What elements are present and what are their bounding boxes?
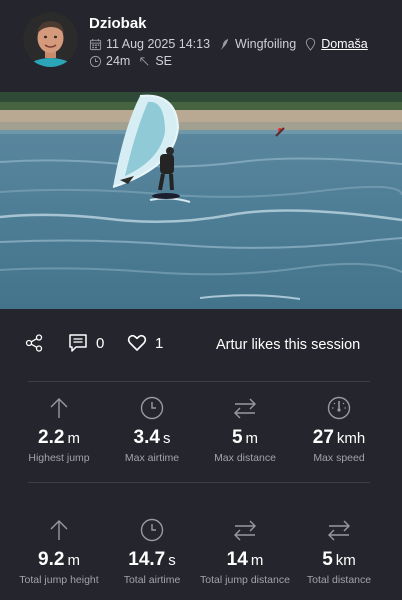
arrow-up-icon — [11, 517, 107, 543]
stat-unit: m — [67, 430, 80, 447]
stat-unit: m — [250, 552, 264, 569]
stat-label: Max distance — [214, 452, 276, 464]
stat-total-jump-distance: 14 m Total jump distance — [197, 517, 293, 586]
stat-unit: km — [335, 552, 356, 569]
stat-unit: kmh — [336, 430, 366, 447]
stat-max-airtime: 3.4 s Max airtime — [104, 395, 200, 464]
share-icon — [25, 334, 43, 352]
stat-value: 2.2 — [38, 427, 65, 448]
stat-label: Total jump distance — [200, 574, 290, 586]
likes-count: 1 — [155, 334, 164, 352]
sport-type: Wingfoiling — [235, 37, 297, 51]
stat-unit: s — [162, 430, 171, 447]
session-meta-row-2: 24m SE — [89, 53, 172, 69]
session-duration: 24m — [106, 54, 131, 68]
stat-value: 5 — [322, 549, 333, 570]
stat-value: 27 — [312, 427, 334, 448]
stat-value: 9.2 — [38, 549, 65, 570]
stat-total-jump-height: 9.2 m Total jump height — [11, 517, 107, 586]
location-pin-icon — [304, 37, 317, 51]
session-meta-row-1: 11 Aug 2025 14:13 Wingfoiling Domaša — [89, 36, 368, 52]
stat-highest-jump: 2.2 m Highest jump — [11, 395, 107, 464]
arrow-up-icon — [11, 395, 107, 421]
location-link[interactable]: Domaša — [321, 37, 368, 51]
stat-max-speed: 27 kmh Max speed — [291, 395, 387, 464]
comments-button[interactable]: 0 — [68, 332, 104, 354]
stat-label: Total distance — [306, 574, 372, 586]
feather-icon — [218, 38, 231, 51]
username[interactable]: Dziobak — [89, 15, 147, 32]
heart-icon — [127, 334, 147, 351]
stat-value: 5 — [231, 427, 243, 448]
session-date: 11 Aug 2025 14:13 — [106, 37, 211, 51]
stat-value: 14.7 — [128, 549, 166, 570]
stat-max-distance: 5m Max distance — [197, 395, 293, 464]
divider — [28, 381, 370, 382]
clock-icon — [89, 55, 102, 68]
wind-direction-icon — [138, 55, 151, 68]
clock-icon — [104, 517, 200, 543]
swap-arrows-icon — [197, 517, 293, 543]
stat-unit: m — [245, 430, 259, 447]
avatar[interactable] — [23, 12, 78, 67]
swap-arrows-icon — [291, 517, 387, 543]
comments-count: 0 — [96, 334, 105, 352]
stat-value: 14 — [226, 549, 248, 570]
comment-icon — [69, 334, 87, 352]
session-actions: 0 1 Artur likes this session — [0, 323, 402, 363]
divider — [28, 482, 370, 483]
session-header: Dziobak 11 Aug 2025 14:13 Wingfoiling Do… — [0, 0, 402, 92]
swap-arrows-icon — [197, 395, 293, 421]
stat-label: Highest jump — [28, 452, 90, 464]
calendar-icon — [89, 38, 102, 51]
clock-icon — [104, 395, 200, 421]
like-button[interactable]: 1 — [127, 332, 163, 354]
stat-total-airtime: 14.7 s Total airtime — [104, 517, 200, 586]
likes-text[interactable]: Artur likes this session — [216, 337, 360, 353]
stat-label: Max airtime — [124, 452, 180, 464]
stat-unit: s — [168, 552, 176, 569]
session-photo[interactable] — [0, 92, 402, 309]
session-page: Dziobak 11 Aug 2025 14:13 Wingfoiling Do… — [0, 0, 402, 600]
speedometer-icon — [291, 395, 387, 421]
stat-unit: m — [67, 552, 80, 569]
stat-value: 3.4 — [133, 427, 160, 448]
wind-direction: SE — [155, 54, 173, 68]
stat-label: Total jump height — [19, 574, 99, 586]
share-button[interactable] — [24, 332, 44, 354]
stat-label: Total airtime — [123, 574, 181, 586]
stat-total-distance: 5 km Total distance — [291, 517, 387, 586]
stat-label: Max speed — [313, 452, 365, 464]
